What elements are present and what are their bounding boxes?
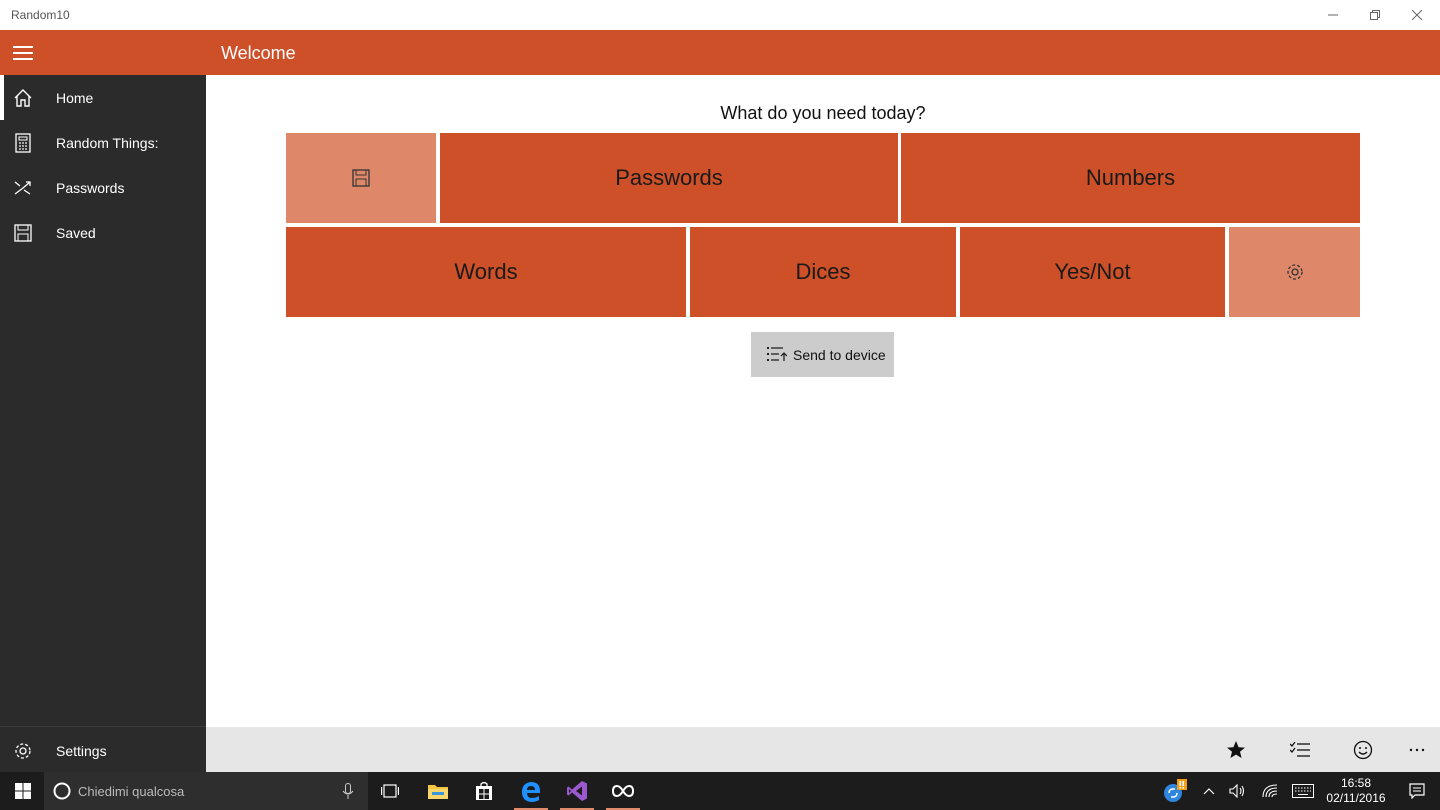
taskbar: Chiedimi qualcosa 16:58 02/11/2016 bbox=[0, 772, 1440, 810]
dices-tile[interactable]: Dices bbox=[690, 227, 956, 317]
hamburger-button[interactable] bbox=[0, 30, 45, 75]
main-content: What do you need today? Passwords Number… bbox=[206, 75, 1440, 727]
page-title: Welcome bbox=[221, 43, 296, 63]
store-button[interactable] bbox=[461, 772, 507, 810]
app-header: Welcome bbox=[0, 30, 1440, 75]
network-button[interactable] bbox=[1256, 772, 1284, 810]
tile-label: Words bbox=[454, 259, 518, 284]
keyboard-icon bbox=[1292, 784, 1314, 798]
sidebar-item-random-things[interactable]: Random Things: bbox=[0, 120, 206, 165]
save-icon bbox=[12, 222, 34, 244]
touch-keyboard-button[interactable] bbox=[1288, 772, 1318, 810]
taskbar-search[interactable]: Chiedimi qualcosa bbox=[44, 772, 368, 810]
action-center-button[interactable] bbox=[1394, 772, 1440, 810]
tray-app-icon[interactable] bbox=[1155, 772, 1195, 810]
tile-label: Dices bbox=[795, 259, 851, 284]
visual-studio-button[interactable] bbox=[554, 772, 600, 810]
minimize-button[interactable] bbox=[1310, 0, 1356, 30]
words-tile[interactable]: Words bbox=[286, 227, 686, 317]
sidebar-item-label: Settings bbox=[56, 742, 107, 759]
sidebar-item-label: Passwords bbox=[56, 179, 125, 196]
clock-time: 16:58 bbox=[1340, 776, 1372, 790]
show-hidden-icons-button[interactable] bbox=[1196, 772, 1222, 810]
window-title: Random10 bbox=[11, 8, 70, 22]
close-button[interactable] bbox=[1394, 0, 1440, 30]
tile-label: Numbers bbox=[1085, 165, 1176, 190]
checklist-button[interactable] bbox=[1277, 727, 1323, 772]
title-bar: Random10 bbox=[0, 0, 1440, 30]
chevron-up-icon bbox=[1203, 788, 1215, 795]
visual-studio-icon bbox=[567, 781, 587, 801]
restore-button[interactable] bbox=[1352, 0, 1398, 30]
sidebar-divider bbox=[0, 726, 206, 727]
sidebar-item-label: Home bbox=[56, 89, 94, 106]
gear-icon bbox=[1286, 264, 1303, 280]
question-heading: What do you need today? bbox=[720, 103, 926, 123]
sidebar-item-settings[interactable]: Settings bbox=[0, 728, 206, 773]
shuffle-icon bbox=[12, 177, 34, 199]
settings-tile[interactable] bbox=[1229, 227, 1360, 317]
sidebar: Home Random Things: Passwords Saved Sett… bbox=[0, 75, 206, 772]
feedback-button[interactable] bbox=[1340, 727, 1386, 772]
clock-date: 02/11/2016 bbox=[1326, 791, 1386, 805]
windows-logo-icon bbox=[15, 783, 31, 799]
hamburger-icon bbox=[12, 45, 33, 60]
saved-tile[interactable] bbox=[286, 133, 436, 223]
cortana-icon bbox=[53, 782, 71, 800]
save-icon bbox=[352, 169, 370, 187]
microphone-icon bbox=[342, 783, 354, 799]
calculator-icon bbox=[12, 132, 34, 154]
restore-icon bbox=[1370, 10, 1380, 20]
more-button[interactable] bbox=[1394, 727, 1440, 772]
infinity-link-icon bbox=[611, 784, 635, 798]
sidebar-item-label: Saved bbox=[56, 224, 96, 241]
edge-button[interactable] bbox=[508, 772, 554, 810]
send-to-device-button[interactable]: Send to device bbox=[751, 332, 894, 377]
file-explorer-button[interactable] bbox=[415, 772, 461, 810]
close-icon bbox=[1412, 10, 1422, 20]
app-bar bbox=[206, 727, 1440, 772]
sidebar-item-home[interactable]: Home bbox=[0, 75, 206, 120]
store-icon bbox=[476, 781, 492, 800]
tile-label: Yes/Not bbox=[1054, 259, 1131, 284]
home-icon bbox=[12, 87, 34, 109]
speaker-icon bbox=[1229, 784, 1245, 798]
task-view-icon bbox=[381, 784, 399, 798]
numbers-tile[interactable]: Numbers bbox=[901, 133, 1360, 223]
sidebar-item-saved[interactable]: Saved bbox=[0, 210, 206, 255]
search-placeholder: Chiedimi qualcosa bbox=[78, 784, 185, 799]
wifi-icon bbox=[1262, 784, 1278, 798]
favorite-button[interactable] bbox=[1213, 727, 1259, 772]
task-view-button[interactable] bbox=[367, 772, 413, 810]
start-button[interactable] bbox=[0, 772, 46, 810]
more-icon bbox=[1409, 748, 1425, 751]
minimize-icon bbox=[1328, 14, 1338, 16]
sidebar-item-passwords[interactable]: Passwords bbox=[0, 165, 206, 210]
checklist-icon bbox=[1290, 741, 1310, 757]
passwords-tile[interactable]: Passwords bbox=[440, 133, 898, 223]
tile-label: Passwords bbox=[615, 165, 723, 190]
send-list-icon bbox=[767, 346, 788, 365]
sync-warning-icon bbox=[1164, 779, 1187, 802]
folder-icon bbox=[428, 785, 448, 799]
system-clock[interactable]: 16:58 02/11/2016 bbox=[1318, 776, 1394, 806]
yesnot-tile[interactable]: Yes/Not bbox=[960, 227, 1225, 317]
random10-app-button[interactable] bbox=[600, 772, 646, 810]
send-button-label: Send to device bbox=[793, 347, 886, 363]
notification-icon bbox=[1409, 783, 1425, 799]
star-icon bbox=[1227, 740, 1245, 758]
gear-icon bbox=[12, 740, 34, 762]
smiley-icon bbox=[1353, 740, 1373, 759]
volume-button[interactable] bbox=[1224, 772, 1252, 810]
edge-icon bbox=[522, 782, 540, 802]
sidebar-item-label: Random Things: bbox=[56, 134, 159, 151]
